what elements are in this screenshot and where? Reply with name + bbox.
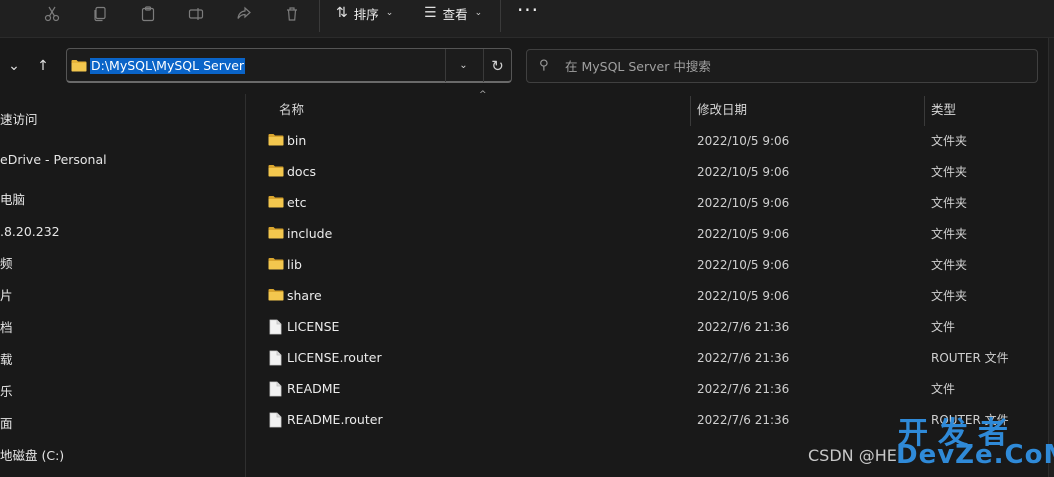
file-type: 文件 (931, 320, 956, 334)
search-icon: ⚲ (539, 58, 549, 73)
file-modified-date: 2022/7/6 21:36 (697, 351, 790, 365)
file-modified-date: 2022/10/5 9:06 (697, 289, 790, 303)
table-row[interactable]: README 2022/7/6 21:36 文件 (248, 374, 1048, 404)
file-modified-date: 2022/10/5 9:06 (697, 227, 790, 241)
folder-icon (268, 257, 284, 273)
sidebar-item-videos[interactable]: 频 (0, 254, 13, 274)
chevron-down-icon: ⌄ (385, 8, 394, 18)
sidebar-item-local-disk-c[interactable]: 地磁盘 (C:) (0, 446, 64, 466)
file-modified-date: 2022/10/5 9:06 (697, 196, 790, 210)
view-icon: ☰ (424, 5, 437, 21)
sidebar-item-pictures[interactable]: 片 (0, 286, 13, 306)
folder-icon (268, 164, 284, 180)
file-explorer-window: ⇅ 排序 ⌄ ☰ 查看 ⌄ ··· ⌄ ↑ D:\MySQL\MySQL Ser… (0, 0, 1054, 477)
folder-icon (268, 226, 284, 242)
file-icon (269, 412, 282, 431)
table-row[interactable]: include 2022/10/5 9:06 文件夹 (248, 219, 1048, 249)
chevron-down-icon: ⌄ (474, 8, 483, 18)
file-name[interactable]: README (287, 380, 340, 398)
sidebar-item-network-location[interactable]: .8.20.232 (0, 222, 60, 242)
file-name[interactable]: etc (287, 194, 306, 212)
more-options-button[interactable]: ··· (516, 0, 540, 22)
table-row[interactable]: etc 2022/10/5 9:06 文件夹 (248, 188, 1048, 218)
file-type: 文件 (931, 382, 956, 396)
toolbar-separator (500, 0, 501, 32)
file-name[interactable]: lib (287, 256, 302, 274)
csdn-watermark: CSDN @HE (808, 446, 897, 465)
sidebar-item-desktop[interactable]: 面 (0, 414, 13, 434)
table-row[interactable]: docs 2022/10/5 9:06 文件夹 (248, 157, 1048, 187)
column-header-name[interactable]: 名称 (279, 100, 304, 120)
folder-icon (268, 133, 284, 149)
file-modified-date: 2022/10/5 9:06 (697, 134, 790, 148)
file-modified-date: 2022/7/6 21:36 (697, 320, 790, 334)
sort-icon: ⇅ (336, 5, 348, 21)
file-name[interactable]: include (287, 225, 332, 243)
sidebar-item-quick-access[interactable]: 速访问 (0, 110, 38, 130)
folder-icon (268, 195, 284, 211)
file-modified-date: 2022/10/5 9:06 (697, 258, 790, 272)
column-divider[interactable] (690, 96, 691, 126)
file-type: 文件夹 (931, 134, 968, 148)
devze-watermark-logo: 开发者 DevZe.CoM (896, 408, 1054, 472)
refresh-icon[interactable]: ↻ (483, 49, 511, 82)
table-row[interactable]: LICENSE 2022/7/6 21:36 文件 (248, 312, 1048, 342)
column-header-type[interactable]: 类型 (931, 100, 956, 120)
file-type: 文件夹 (931, 165, 968, 179)
file-modified-date: 2022/10/5 9:06 (697, 165, 790, 179)
view-label: 查看 (442, 6, 468, 22)
file-icon (269, 350, 282, 369)
delete-icon[interactable] (278, 4, 306, 24)
file-modified-date: 2022/7/6 21:36 (697, 382, 790, 396)
recent-locations-chevron-icon[interactable]: ⌄ (4, 56, 24, 76)
sidebar-item-this-pc[interactable]: 电脑 (0, 190, 25, 210)
up-arrow-icon[interactable]: ↑ (33, 56, 53, 76)
table-row[interactable]: lib 2022/10/5 9:06 文件夹 (248, 250, 1048, 280)
sidebar-item-documents[interactable]: 档 (0, 318, 13, 338)
file-name[interactable]: LICENSE.router (287, 349, 382, 367)
table-row[interactable]: share 2022/10/5 9:06 文件夹 (248, 281, 1048, 311)
paste-icon[interactable] (134, 4, 162, 24)
file-name[interactable]: share (287, 287, 322, 305)
sort-ascending-icon: ^ (479, 90, 487, 100)
search-box[interactable]: ⚲ (526, 49, 1038, 83)
file-modified-date: 2022/7/6 21:36 (697, 413, 790, 427)
address-history-chevron-icon[interactable]: ⌄ (445, 49, 481, 82)
column-divider[interactable] (924, 96, 925, 126)
folder-icon (268, 288, 284, 304)
table-row[interactable]: LICENSE.router 2022/7/6 21:36 ROUTER 文件 (248, 343, 1048, 373)
search-input[interactable] (565, 57, 1025, 75)
file-icon (269, 381, 282, 400)
file-name[interactable]: docs (287, 163, 316, 181)
file-type: ROUTER 文件 (931, 351, 1009, 365)
file-name[interactable]: bin (287, 132, 306, 150)
column-header-modified[interactable]: 修改日期 (697, 100, 747, 120)
sidebar-item-onedrive[interactable]: eDrive - Personal (0, 150, 107, 170)
file-type: 文件夹 (931, 227, 968, 241)
rename-icon[interactable] (182, 4, 210, 24)
file-name[interactable]: README.router (287, 411, 383, 429)
cut-icon[interactable] (38, 4, 66, 24)
sidebar-item-music[interactable]: 乐 (0, 382, 13, 402)
watermark-logo-line2: DevZe.CoM (896, 440, 1054, 470)
sort-label: 排序 (353, 6, 379, 22)
sort-button[interactable]: ⇅ 排序 ⌄ (336, 4, 393, 22)
copy-icon[interactable] (86, 4, 114, 24)
folder-icon (71, 60, 87, 72)
address-bar[interactable]: D:\MySQL\MySQL Server ⌄ ↻ (66, 48, 512, 83)
navigation-pane: 速访问 eDrive - Personal 电脑 .8.20.232 频 片 档… (0, 94, 246, 477)
address-path[interactable]: D:\MySQL\MySQL Server (90, 58, 246, 74)
view-button[interactable]: ☰ 查看 ⌄ (424, 4, 482, 22)
share-icon[interactable] (230, 4, 258, 24)
command-bar: ⇅ 排序 ⌄ ☰ 查看 ⌄ ··· (0, 0, 1054, 38)
table-row[interactable]: bin 2022/10/5 9:06 文件夹 (248, 126, 1048, 156)
file-icon (269, 319, 282, 338)
sidebar-item-downloads[interactable]: 载 (0, 350, 13, 370)
file-name[interactable]: LICENSE (287, 318, 339, 336)
toolbar-separator (319, 0, 320, 32)
file-type: 文件夹 (931, 258, 968, 272)
file-type: 文件夹 (931, 196, 968, 210)
file-type: 文件夹 (931, 289, 968, 303)
